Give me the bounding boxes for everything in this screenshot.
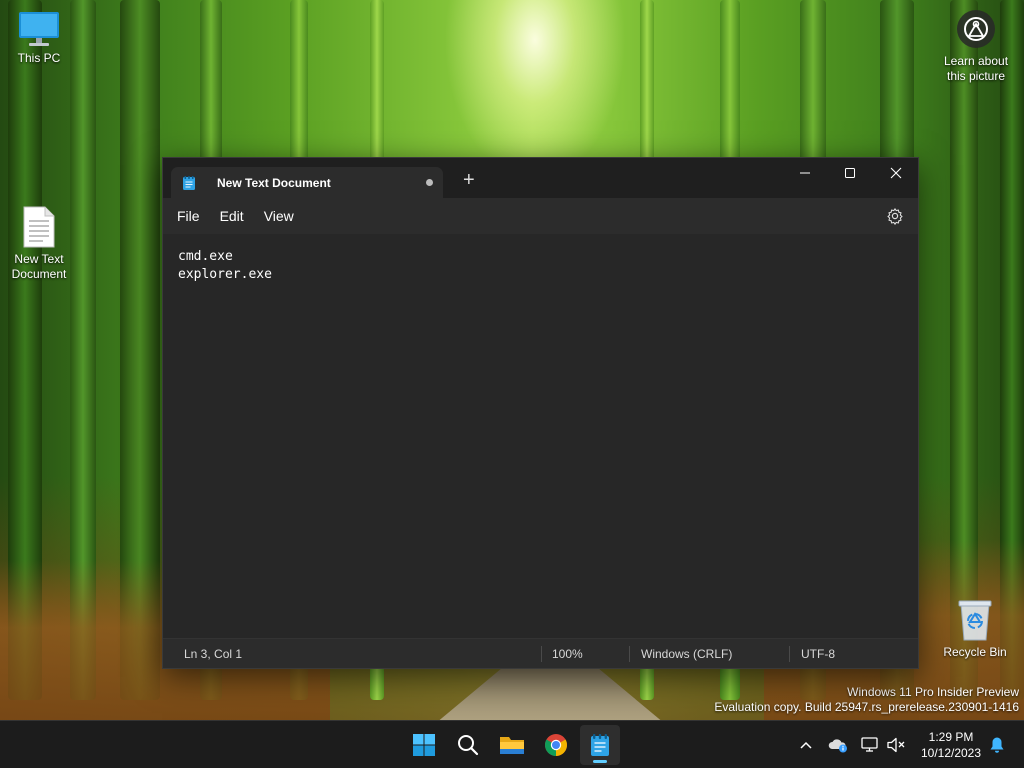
editor-line: cmd.exe: [178, 249, 233, 264]
editor-line: explorer.exe: [178, 267, 272, 282]
notepad-icon: [591, 734, 609, 756]
start-button[interactable]: [404, 725, 444, 765]
clock-date: 10/12/2023: [920, 746, 982, 760]
start-icon: [413, 734, 435, 756]
volume-muted-icon: [887, 737, 905, 753]
cursor-position: Ln 3, Col 1: [184, 647, 243, 661]
line-ending[interactable]: Windows (CRLF): [641, 647, 732, 661]
notepad-icon: [183, 175, 195, 190]
menu-bar: File Edit View: [163, 198, 918, 234]
text-editor[interactable]: cmd.exe explorer.exe: [163, 234, 918, 640]
title-bar[interactable]: New Text Document +: [163, 158, 918, 198]
notepad-taskbar-button[interactable]: [580, 725, 620, 765]
menu-file[interactable]: File: [167, 202, 210, 230]
search-icon: [458, 735, 479, 756]
camera-lens-icon: [964, 17, 988, 41]
desktop-icon-label: New Text Document: [11, 252, 67, 281]
onedrive-tray[interactable]: [828, 735, 848, 755]
minimize-button[interactable]: [782, 158, 828, 188]
menu-edit[interactable]: Edit: [210, 202, 254, 230]
desktop-icon-label: This PC: [17, 51, 61, 65]
maximize-button[interactable]: [827, 158, 873, 188]
build-watermark: Windows 11 Pro Insider Preview Evaluatio…: [714, 685, 1019, 715]
file-explorer-icon: [500, 737, 524, 754]
unsaved-dot-icon[interactable]: [426, 179, 433, 186]
bell-icon: [990, 737, 1004, 753]
desktop-icon-new-text-document[interactable]: New Text Document: [1, 205, 77, 282]
monitor-icon: [19, 12, 59, 46]
learn-about-picture[interactable]: Learn about this picture: [936, 10, 1016, 84]
clock-time: 1:29 PM: [928, 730, 974, 744]
new-tab-button[interactable]: +: [463, 170, 475, 190]
minimize-icon: [800, 172, 810, 174]
recycle-bin-icon: [958, 600, 992, 641]
cloud-info-icon: [828, 739, 847, 753]
maximize-icon: [845, 168, 855, 178]
watermark-line-2: Evaluation copy. Build 25947.rs_prerelea…: [714, 700, 1019, 714]
desktop-icon-this-pc[interactable]: This PC: [1, 10, 77, 66]
taskbar: 1:29 PM 10/12/2023: [0, 720, 1024, 768]
close-icon: [890, 167, 902, 179]
search-button[interactable]: [448, 725, 488, 765]
encoding[interactable]: UTF-8: [801, 647, 835, 661]
status-divider: [629, 646, 630, 662]
status-divider: [789, 646, 790, 662]
tab-title: New Text Document: [217, 175, 331, 190]
chrome-button[interactable]: [536, 725, 576, 765]
chrome-icon: [545, 734, 567, 756]
network-icon: [861, 737, 878, 752]
volume-tray[interactable]: [886, 735, 906, 755]
active-indicator: [593, 760, 607, 763]
network-tray[interactable]: [860, 735, 880, 755]
notepad-window: New Text Document + File Edit View cmd.e…: [162, 157, 919, 669]
file-explorer-button[interactable]: [492, 725, 532, 765]
tab-new-text-document[interactable]: New Text Document: [171, 167, 443, 198]
notifications-button[interactable]: [987, 735, 1007, 755]
zoom-level[interactable]: 100%: [552, 647, 583, 661]
watermark-line-1: Windows 11 Pro Insider Preview: [847, 685, 1019, 699]
close-button[interactable]: [873, 158, 919, 188]
status-bar: Ln 3, Col 1 100% Windows (CRLF) UTF-8: [163, 638, 918, 668]
chevron-up-icon: [800, 741, 812, 749]
gear-icon[interactable]: [886, 207, 904, 225]
clock[interactable]: 1:29 PM 10/12/2023: [916, 729, 986, 761]
desktop-icon-label: Recycle Bin: [943, 645, 1007, 659]
learn-about-picture-label: Learn about this picture: [943, 54, 1009, 83]
desktop-icon-recycle-bin[interactable]: Recycle Bin: [937, 598, 1013, 660]
text-file-icon: [23, 206, 55, 248]
show-hidden-icons-button[interactable]: [796, 735, 816, 755]
status-divider: [541, 646, 542, 662]
menu-view[interactable]: View: [254, 202, 304, 230]
